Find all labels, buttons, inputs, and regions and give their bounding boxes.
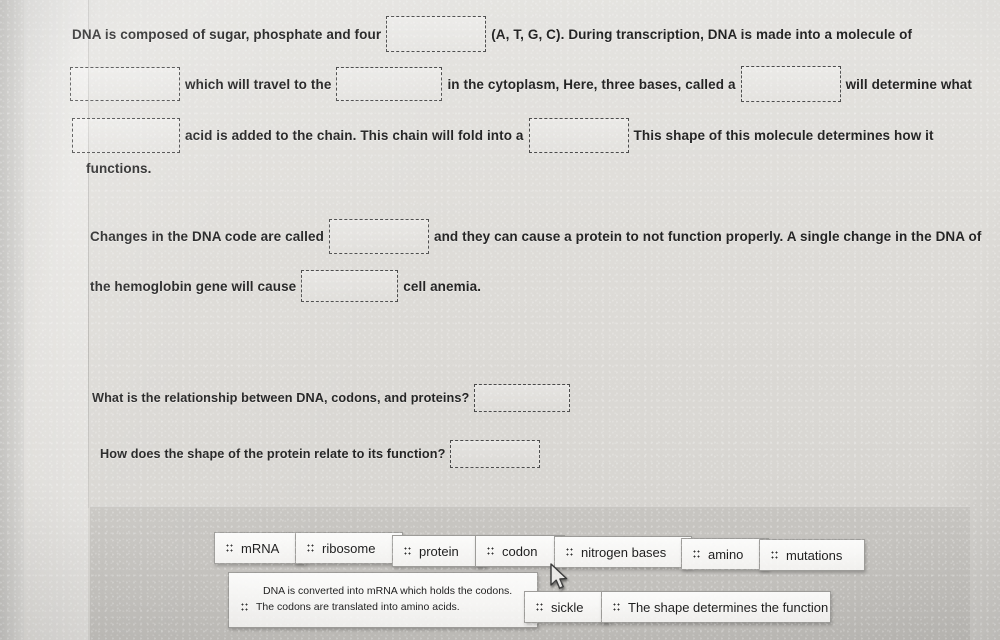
chip-shape-determines-function[interactable]: The shape determines the function — [601, 591, 831, 623]
blank-nitrogen-bases[interactable] — [386, 16, 487, 52]
blank-protein[interactable] — [528, 118, 629, 153]
blank-answer-shape[interactable] — [450, 440, 541, 468]
p1-text-1: DNA is composed of sugar, phosphate and … — [72, 26, 382, 42]
chip-ribosome-label: ribosome — [322, 540, 376, 556]
chip-nitrogen-bases-label: nitrogen bases — [581, 544, 667, 560]
drag-handle-icon[interactable] — [307, 543, 315, 553]
blank-ribosome[interactable] — [336, 67, 443, 101]
chip-sentence-line-2-row[interactable]: The codons are translated into amino aci… — [241, 601, 525, 613]
paragraph2-line1: Changes in the DNA code are called and t… — [88, 219, 986, 254]
chip-protein-label: protein — [419, 543, 459, 559]
chip-amino[interactable]: amino — [681, 538, 769, 570]
p2-text-3: the hemoglobin gene will cause — [90, 278, 297, 294]
p1-text-3: which will travel to the — [185, 76, 332, 92]
chip-codon[interactable]: codon — [475, 535, 565, 567]
drag-handle-icon[interactable] — [771, 550, 779, 560]
chip-mutations-label: mutations — [786, 547, 843, 563]
paragraph2-line2: the hemoglobin gene will cause cell anem… — [88, 270, 486, 302]
drag-handle-icon[interactable] — [241, 602, 249, 612]
p2-text-1: Changes in the DNA code are called — [90, 229, 324, 244]
paragraph1-line1: DNA is composed of sugar, phosphate and … — [70, 16, 917, 52]
chip-ribosome[interactable]: ribosome — [295, 532, 403, 564]
chip-mutations[interactable]: mutations — [759, 539, 865, 571]
blank-mutations[interactable] — [328, 219, 429, 254]
question-1-prompt: What is the relationship between DNA, co… — [92, 391, 470, 405]
drag-handle-icon[interactable] — [404, 546, 412, 556]
chip-sentence-line-1-row: DNA is converted into mRNA which holds t… — [241, 585, 525, 597]
blank-amino[interactable] — [72, 118, 180, 153]
p2-text-2: and they can cause a protein to not func… — [433, 229, 982, 244]
drag-handle-icon[interactable] — [226, 543, 234, 553]
blank-codon[interactable] — [740, 66, 841, 102]
p1-text-7: This shape of this molecule determines h… — [633, 128, 934, 143]
p1-text-5: will determine what — [845, 76, 972, 92]
question-1: What is the relationship between DNA, co… — [90, 384, 571, 412]
chip-sickle[interactable]: sickle — [524, 591, 610, 623]
answer-bank-tray: mRNA ribosome protein codon nitrogen bas… — [90, 506, 970, 640]
chip-sentence-line-1: DNA is converted into mRNA which holds t… — [263, 585, 513, 597]
chip-nitrogen-bases[interactable]: nitrogen bases — [554, 536, 692, 568]
chip-sentence-line-2: The codons are translated into amino aci… — [256, 601, 460, 613]
chip-shape-determines-function-label: The shape determines the function — [628, 599, 829, 615]
p2-text-4: cell anemia. — [403, 278, 482, 294]
p1-text-4: in the cytoplasm, Here, three bases, cal… — [447, 76, 736, 92]
p1-text-8: functions. — [86, 161, 152, 176]
chip-codon-label: codon — [502, 543, 538, 559]
chip-protein[interactable]: protein — [392, 535, 486, 567]
p1-text-6: acid is added to the chain. This chain w… — [185, 128, 524, 143]
blank-sickle[interactable] — [301, 270, 399, 302]
paragraph1-line2: which will travel to the in the cytoplas… — [70, 66, 977, 102]
p1-text-2: (A, T, G, C). During transcription, DNA … — [491, 26, 913, 42]
blank-answer-codons[interactable] — [474, 384, 571, 412]
chip-amino-label: amino — [708, 546, 744, 562]
chip-mrna-label: mRNA — [241, 540, 280, 556]
screen-photo: DNA is composed of sugar, phosphate and … — [0, 0, 1000, 640]
paragraph1-line4: functions. — [84, 161, 157, 176]
drag-handle-icon[interactable] — [613, 602, 621, 612]
chip-sentence-pair[interactable]: DNA is converted into mRNA which holds t… — [228, 572, 538, 628]
blank-mrna[interactable] — [70, 67, 180, 101]
question-2: How does the shape of the protein relate… — [98, 440, 541, 468]
paragraph1-line3: acid is added to the chain. This chain w… — [72, 118, 939, 153]
drag-handle-icon[interactable] — [693, 549, 701, 559]
chip-sickle-label: sickle — [551, 599, 584, 615]
drag-handle-icon[interactable] — [487, 546, 495, 556]
question-2-prompt: How does the shape of the protein relate… — [100, 447, 446, 461]
drag-handle-icon[interactable] — [566, 547, 574, 557]
chip-mrna[interactable]: mRNA — [214, 532, 306, 564]
drag-handle-icon[interactable] — [536, 602, 544, 612]
